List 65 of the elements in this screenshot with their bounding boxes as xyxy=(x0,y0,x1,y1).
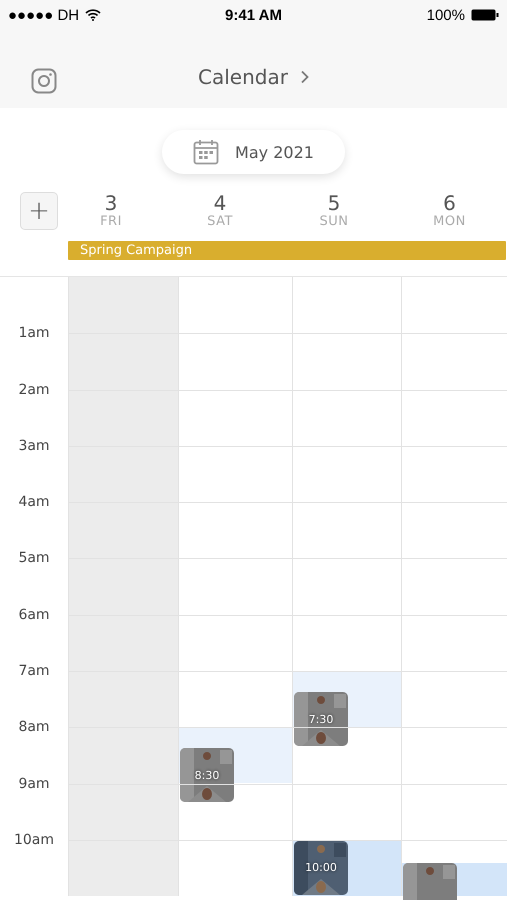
calendar-cell[interactable] xyxy=(293,502,402,558)
day-number[interactable]: 4 xyxy=(214,192,226,214)
calendar-cell[interactable] xyxy=(179,784,293,840)
page-title[interactable]: Calendar xyxy=(198,65,288,89)
post-thumbnail[interactable]: 10:00 xyxy=(294,840,348,895)
calendar-cell[interactable] xyxy=(293,727,402,784)
calendar-cell[interactable] xyxy=(179,333,293,390)
hour-label: 7am xyxy=(18,662,50,680)
calendar-cell[interactable] xyxy=(69,784,179,840)
battery-label: 100% xyxy=(426,6,465,24)
calendar-cell[interactable] xyxy=(293,558,402,615)
calendar-cell[interactable] xyxy=(293,446,402,502)
calendar-cell[interactable] xyxy=(69,502,179,558)
hour-label: 3am xyxy=(18,436,50,455)
calendar-cell[interactable] xyxy=(293,784,402,840)
calendar-cell[interactable] xyxy=(69,390,179,446)
hour-label: 6am xyxy=(18,606,50,624)
calendar-cell[interactable] xyxy=(293,614,402,672)
calendar-cell[interactable] xyxy=(69,671,179,728)
hour-label: 1am xyxy=(18,324,50,342)
calendar-cell[interactable] xyxy=(69,558,179,615)
post-thumbnail[interactable]: 8:30 xyxy=(180,748,234,802)
calendar-cell[interactable] xyxy=(293,390,402,446)
calendar-cell[interactable] xyxy=(69,277,179,334)
post-time: 8:30 xyxy=(194,768,220,782)
event-highlight[interactable]: 7:30 xyxy=(293,672,401,748)
weekday-label: SAT xyxy=(207,214,233,229)
hour-label: 8am xyxy=(18,718,50,736)
camera-icon[interactable] xyxy=(31,68,57,94)
carrier-label: ●●●●● DH xyxy=(8,6,80,24)
calendar-cell[interactable] xyxy=(69,614,179,672)
event-highlight[interactable]: 10:00 xyxy=(293,840,401,896)
calendar-cell[interactable] xyxy=(179,502,293,558)
weekday-label: MON xyxy=(433,214,466,229)
calendar-cell[interactable] xyxy=(179,614,293,672)
month-picker-button[interactable]: May 2021 xyxy=(162,130,345,174)
weekday-label: SUN xyxy=(320,214,348,229)
event-highlight[interactable]: 8:30 xyxy=(179,728,292,804)
hour-label: 2am xyxy=(18,380,50,399)
calendar-cell[interactable] xyxy=(179,671,293,728)
calendar-cell[interactable] xyxy=(69,727,179,784)
post-time: 7:30 xyxy=(308,712,334,726)
calendar-cell[interactable] xyxy=(179,558,293,615)
wifi-icon xyxy=(85,9,102,21)
calendar-cell[interactable] xyxy=(179,390,293,446)
calendar-icon xyxy=(193,139,220,165)
hour-label: 9am xyxy=(18,774,50,793)
calendar-cell[interactable] xyxy=(179,446,293,502)
battery-icon xyxy=(471,9,499,21)
calendar-cell[interactable] xyxy=(293,333,402,390)
add-button[interactable]: + xyxy=(20,192,58,230)
calendar-cell[interactable] xyxy=(69,840,179,896)
post-thumbnail[interactable]: 7:30 xyxy=(294,692,348,746)
calendar-cell[interactable] xyxy=(69,446,179,502)
weekday-label: FRI xyxy=(100,214,122,229)
clock: 9:41 AM xyxy=(225,6,282,24)
chevron-right-icon[interactable] xyxy=(300,70,309,84)
day-number[interactable]: 6 xyxy=(443,192,456,214)
day-number[interactable]: 5 xyxy=(328,192,340,214)
hour-label: 10am xyxy=(14,830,54,849)
calendar-cell[interactable] xyxy=(69,333,179,390)
hour-label: 5am xyxy=(18,549,50,568)
hour-label: 4am xyxy=(18,493,50,512)
day-number[interactable]: 3 xyxy=(104,192,118,214)
post-time: 10:00 xyxy=(305,861,337,874)
